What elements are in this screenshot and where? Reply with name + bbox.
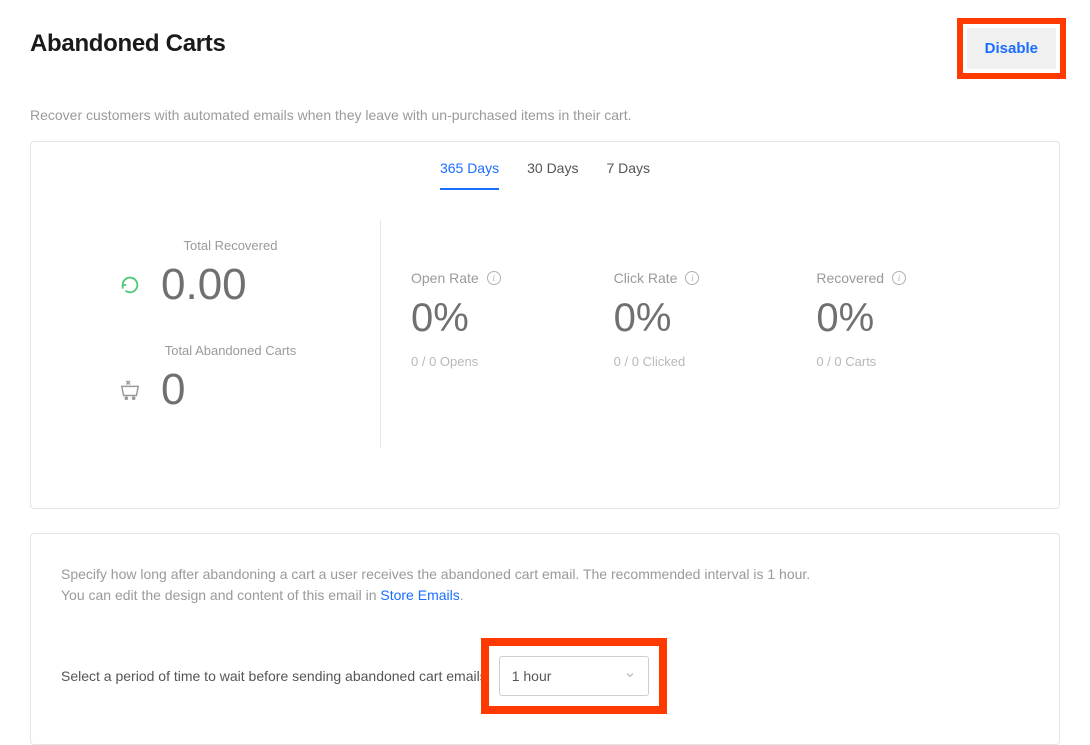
tab-30-days[interactable]: 30 Days (527, 160, 578, 190)
metric-click-rate: Click Rate i 0% 0 / 0 Clicked (614, 270, 817, 448)
help-line-2-prefix: You can edit the design and content of t… (61, 587, 380, 603)
disable-button-highlight: Disable (957, 18, 1066, 79)
total-abandoned-value: 0 (161, 368, 185, 412)
total-recovered-value: 0.00 (161, 263, 247, 307)
refresh-icon (119, 274, 141, 296)
recovered-value: 0% (816, 294, 1019, 342)
click-rate-label: Click Rate (614, 270, 678, 286)
total-recovered-label: Total Recovered (71, 238, 360, 253)
settings-card: Specify how long after abandoning a cart… (30, 533, 1060, 745)
click-rate-value: 0% (614, 294, 817, 342)
metric-recovered: Recovered i 0% 0 / 0 Carts (816, 270, 1019, 448)
info-icon[interactable]: i (892, 271, 906, 285)
info-icon[interactable]: i (487, 271, 501, 285)
cart-icon (119, 379, 141, 401)
help-line-1: Specify how long after abandoning a cart… (61, 566, 810, 582)
open-rate-label: Open Rate (411, 270, 479, 286)
open-rate-sub: 0 / 0 Opens (411, 354, 614, 369)
wait-period-value: 1 hour (512, 668, 552, 684)
chevron-down-icon (624, 668, 636, 684)
store-emails-link[interactable]: Store Emails (380, 587, 459, 603)
wait-period-highlight: 1 hour (481, 638, 667, 714)
click-rate-sub: 0 / 0 Clicked (614, 354, 817, 369)
page-subtitle: Recover customers with automated emails … (30, 107, 1060, 123)
total-abandoned-label: Total Abandoned Carts (71, 343, 360, 358)
settings-help-text: Specify how long after abandoning a cart… (61, 564, 1029, 606)
wait-period-label: Select a period of time to wait before s… (61, 668, 487, 684)
stats-card: 365 Days 30 Days 7 Days Total Recovered … (30, 141, 1060, 509)
page-title: Abandoned Carts (30, 30, 226, 58)
date-range-tabs: 365 Days 30 Days 7 Days (31, 142, 1059, 190)
open-rate-value: 0% (411, 294, 614, 342)
disable-button[interactable]: Disable (967, 28, 1056, 69)
tab-7-days[interactable]: 7 Days (606, 160, 650, 190)
recovered-sub: 0 / 0 Carts (816, 354, 1019, 369)
help-line-2-suffix: . (460, 587, 464, 603)
recovered-label: Recovered (816, 270, 884, 286)
tab-365-days[interactable]: 365 Days (440, 160, 499, 190)
wait-period-select[interactable]: 1 hour (499, 656, 649, 696)
metric-open-rate: Open Rate i 0% 0 / 0 Opens (411, 270, 614, 448)
info-icon[interactable]: i (685, 271, 699, 285)
